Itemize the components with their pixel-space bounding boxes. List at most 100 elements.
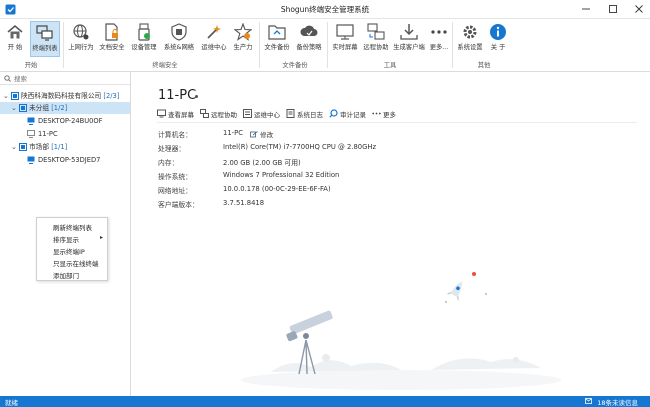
collapse-arrow-icon[interactable]: ⌄ (11, 102, 17, 114)
device-management-label: 设备管理 (131, 44, 157, 51)
remote-assist-action[interactable]: 远程协助 (200, 108, 240, 119)
device-management-icon (138, 23, 150, 41)
system-settings-label: 系统设置 (457, 44, 483, 51)
status-text: 就绪 (5, 399, 18, 407)
tree-label: 陕西科海数码科技有限公司 (21, 92, 102, 100)
remote-assist-label: 远程协助 (363, 44, 389, 51)
tree-count: [2/3] (103, 92, 120, 100)
close-button[interactable] (633, 3, 645, 15)
more-icon (431, 30, 447, 34)
edit-name-button[interactable]: 修改 (250, 129, 273, 139)
terminal-list-icon (36, 25, 53, 41)
ribbon-separator (63, 22, 64, 68)
tree-label: DESKTOP-24BU0OF (38, 117, 103, 125)
document-security-icon (105, 23, 118, 41)
info-value: 2.00 GB (2.00 GB 可用) (223, 159, 301, 167)
system-network-icon (171, 23, 187, 41)
tree-item-terminal[interactable]: 11-PC (0, 128, 130, 140)
info-icon (490, 24, 506, 40)
close-icon (635, 5, 643, 13)
about-label: 关 于 (490, 44, 506, 51)
tree-item-marketing[interactable]: ⌄ 市场部 [1/1] (0, 141, 130, 153)
view-screen-button[interactable]: 查看屏幕 (157, 108, 197, 119)
system-log-action[interactable]: 系统日志 (286, 108, 326, 119)
tree-item-terminal[interactable]: DESKTOP-24BU0OF (0, 115, 130, 127)
minimize-icon (582, 8, 590, 10)
tree-label: 未分组 (29, 104, 50, 112)
menu-item-sort[interactable]: 排序显示 (53, 234, 79, 244)
generate-client-label: 生成客户端 (393, 44, 425, 51)
web-behavior-label: 上网行为 (68, 44, 94, 51)
document-security-button[interactable]: 文档安全 (98, 21, 126, 57)
tree-item-terminal[interactable]: DESKTOP-53DJED7 (0, 154, 130, 166)
info-value: Intel(R) Core(TM) i7-7700HQ CPU @ 2.80GH… (223, 143, 377, 151)
action-label: 系统日志 (297, 111, 323, 119)
home-button[interactable]: 开 始 (3, 21, 27, 57)
generate-client-icon (400, 24, 418, 40)
system-settings-button[interactable]: 系统设置 (456, 21, 484, 57)
more-tools-button[interactable]: 更多... (427, 21, 451, 57)
file-backup-button[interactable]: 文件备份 (263, 21, 291, 57)
action-label: 远程协助 (211, 111, 237, 119)
maximize-icon (609, 5, 617, 13)
empty-state-illustration (241, 272, 561, 390)
title-bar: Shogun终端安全管理系统 (0, 0, 650, 19)
tree-label: 市场部 (29, 143, 50, 151)
audit-record-action[interactable]: 审计记录 (329, 108, 369, 119)
device-management-button[interactable]: 设备管理 (130, 21, 158, 57)
tree-item-ungrouped[interactable]: ⌄ 未分组 [1/2] (0, 102, 130, 114)
web-behavior-button[interactable]: 上网行为 (67, 21, 95, 57)
maximize-button[interactable] (607, 3, 619, 15)
edit-icon (250, 131, 258, 138)
more-actions-button[interactable]: 更多 (372, 108, 402, 119)
context-menu: 刷新终端列表 排序显示 ▸ 显示终端IP 只显示在线终端 添加部门 (36, 217, 108, 281)
collapse-arrow-icon[interactable]: ⌄ (3, 90, 9, 102)
remote-icon (200, 109, 209, 118)
terminal-list-label: 终端列表 (32, 45, 58, 52)
collapse-arrow-icon[interactable]: ⌄ (11, 141, 17, 153)
productivity-label: 生产力 (233, 44, 253, 51)
more-icon (372, 112, 381, 115)
minimize-button[interactable] (580, 3, 592, 15)
settings-icon (463, 25, 477, 39)
info-key: 计算机名： (158, 131, 192, 139)
menu-item-show-ip[interactable]: 显示终端IP (53, 246, 85, 256)
tree-count: [1/1] (51, 143, 68, 151)
computer-online-icon (27, 117, 35, 125)
folder-icon (19, 143, 27, 151)
generate-client-button[interactable]: 生成客户端 (393, 21, 425, 57)
detail-panel: 11-PC 查看屏幕 远程协助 运维中心 系统日志 审计记录 更多 计算机名： … (131, 72, 650, 396)
status-bar: 就绪 18条未读信息 (0, 396, 650, 407)
remote-assist-button[interactable]: 远程协助 (362, 21, 390, 57)
search-input[interactable] (14, 73, 124, 84)
ops-icon (243, 109, 252, 118)
about-button[interactable]: 关 于 (486, 21, 510, 57)
productivity-icon (234, 23, 252, 41)
divider (157, 122, 637, 123)
info-row-network: 网络地址： 10.0.0.178 (00-0C-29-EE-6F-FA) (158, 185, 418, 196)
info-value: 11-PC (223, 129, 243, 137)
tree-item-company[interactable]: ⌄ 陕西科海数码科技有限公司 [2/3] (0, 90, 130, 102)
file-backup-label: 文件备份 (264, 44, 290, 51)
info-row-os: 操作系统： Windows 7 Professional 32 Edition (158, 171, 418, 182)
backup-policy-button[interactable]: 备份策略 (295, 21, 323, 57)
terminal-list-button[interactable]: 终端列表 (30, 21, 60, 57)
ops-center-button[interactable]: 运维中心 (200, 21, 228, 57)
computer-online-icon (27, 156, 35, 164)
monitor-icon (157, 109, 166, 118)
info-value: 10.0.0.178 (00-0C-29-EE-6F-FA) (223, 185, 331, 193)
system-network-button[interactable]: 系统&网络 (162, 21, 196, 57)
realtime-screen-button[interactable]: 实时屏幕 (331, 21, 359, 57)
menu-item-add-department[interactable]: 添加部门 (53, 270, 79, 280)
group-label-other: 其他 (477, 62, 491, 69)
menu-item-online-only[interactable]: 只显示在线终端 (53, 258, 99, 268)
ops-center-action[interactable]: 运维中心 (243, 108, 283, 119)
action-label: 更多 (383, 111, 396, 119)
backup-policy-icon (300, 25, 318, 36)
productivity-button[interactable]: 生产力 (231, 21, 255, 57)
menu-item-refresh[interactable]: 刷新终端列表 (53, 222, 92, 232)
info-key: 处理器： (158, 145, 186, 153)
ops-center-label: 运维中心 (201, 44, 227, 51)
unread-messages-link[interactable]: 18条未读信息 (597, 397, 638, 407)
ribbon-separator (452, 22, 453, 68)
